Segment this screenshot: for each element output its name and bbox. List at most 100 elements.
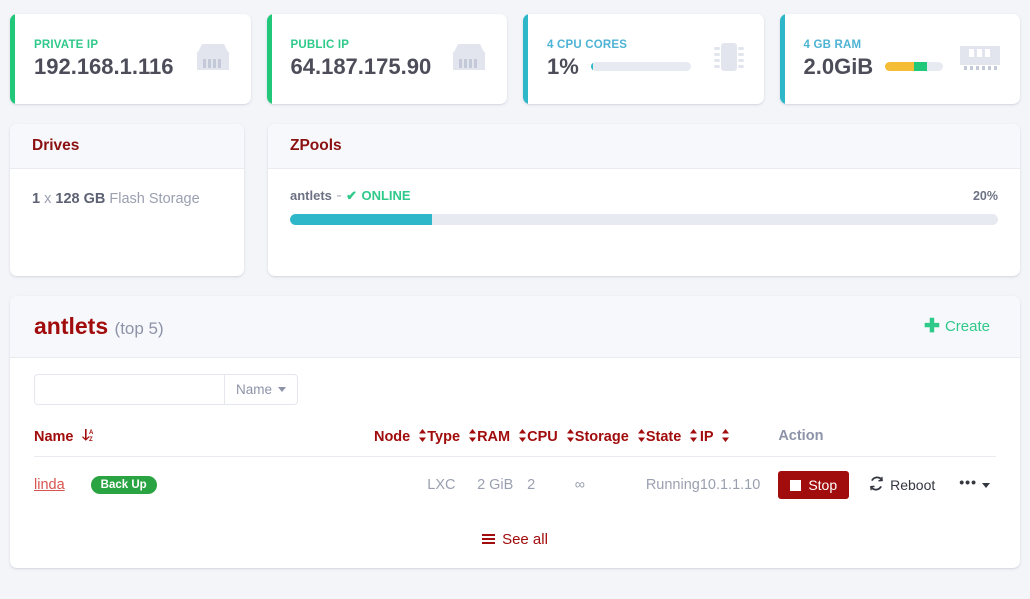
ram-usage-fill-used [885,62,915,71]
check-icon: ✔ [346,188,358,203]
antlets-table: Name A Z Node Type RAM CPU Storage State… [34,427,996,513]
table-head: Name A Z Node Type RAM CPU Storage State… [34,427,996,457]
cell-storage: ∞ [574,477,586,493]
table-header-row: Name A Z Node Type RAM CPU Storage State… [34,427,996,457]
stat-card-public-ip: PUBLIC IP 64.187.175.90 [266,14,507,104]
dashboard-page: PRIVATE IP 192.168.1.116 PUBLIC IP 64.18… [0,0,1030,599]
more-actions-button[interactable]: ••• [953,471,996,499]
reboot-button-label: Reboot [890,477,936,493]
cell-cpu: 2 [527,477,536,493]
list-icon [482,534,496,544]
zpool-identity: antlets - ✔ ONLINE [290,187,411,205]
filter-field-label: Name [236,382,273,397]
antlets-panel: antlets (top 5) ✚ Create Name Name A Z N… [10,296,1020,568]
sort-icon [721,428,730,446]
sort-icon [468,428,477,446]
cell-ip: 10.1.1.10 [699,477,761,493]
column-label: Action [778,428,824,444]
drives-panel-title: Drives [10,124,244,169]
antlets-panel-header: antlets (top 5) ✚ Create [10,296,1020,358]
sort-icon [418,428,427,446]
antlet-name-link[interactable]: linda [34,477,65,493]
column-label: Storage [574,428,629,445]
column-header-cpu[interactable]: CPU [527,427,575,457]
stat-label: 4 CPU CORES [547,38,628,51]
sort-icon [566,428,575,446]
cell-actions: Stop Reboot ••• [760,457,996,514]
stats-row: PRIVATE IP 192.168.1.116 PUBLIC IP 64.18… [0,0,1030,104]
column-header-type[interactable]: Type [427,427,478,457]
stat-value: 2.0GiB [803,53,874,79]
table-body: linda Back Up LXC 2 GiB 2 ∞ Running 10.1… [34,457,996,514]
stop-square-icon [790,479,802,491]
column-header-name[interactable]: Name A Z [34,427,374,457]
zpool-usage-fill [290,214,432,225]
stop-button[interactable]: Stop [778,471,850,499]
sort-alpha-down-icon: A Z [81,428,95,446]
column-label: IP [699,428,714,445]
zpool-name: antlets [290,188,332,203]
stat-label: PUBLIC IP [290,38,350,51]
svg-text:A: A [89,430,94,436]
card-accent-bar [779,14,785,104]
stop-button-label: Stop [808,477,838,493]
column-header-ip[interactable]: IP [699,427,761,457]
see-all-row: See all [34,513,996,554]
column-header-ram[interactable]: RAM [477,427,528,457]
table-row: linda Back Up LXC 2 GiB 2 ∞ Running 10.1… [34,457,996,514]
drive-list-item: 1 x 128 GB Flash Storage [32,191,222,207]
antlets-panel-body: Name Name A Z Node Type RAM CPU Storage … [10,358,1020,568]
cell-node [374,457,427,514]
antlets-title-text: antlets [34,313,109,339]
page-title: antlets (top 5) [34,313,164,340]
drive-size: 128 GB [55,191,106,207]
stat-card-cpu: 4 CPU CORES 1% [523,14,764,104]
refresh-icon [869,476,884,494]
stat-value: 192.168.1.116 [34,53,174,79]
column-label: State [645,428,682,445]
column-header-storage[interactable]: Storage [574,427,646,457]
filter-field-select[interactable]: Name [224,374,299,405]
zpools-panel: ZPools antlets - ✔ ONLINE 20% [268,124,1020,276]
stat-label: PRIVATE IP [34,38,99,51]
cell-name: linda Back Up [34,457,374,514]
plus-icon: ✚ [924,316,940,337]
reboot-button[interactable]: Reboot [859,471,946,499]
svg-text:Z: Z [89,437,93,442]
chevron-down-icon [278,387,287,392]
column-label: Name [34,429,74,445]
cell-state: Running [645,477,700,493]
drives-panel-body: 1 x 128 GB Flash Storage [10,169,244,225]
search-input[interactable] [34,374,224,405]
memory-stick-icon [958,42,1002,77]
ram-usage-fill-cache [914,62,927,71]
cell-type: LXC [427,477,456,493]
column-header-state[interactable]: State [645,427,700,457]
see-all-label: See all [502,530,548,548]
see-all-link[interactable]: See all [482,531,548,548]
create-button-label: Create [944,318,990,335]
chevron-down-icon [982,482,990,488]
drive-count: 1 [32,191,41,207]
column-header-node[interactable]: Node [373,427,428,457]
cpu-usage-bar [590,62,691,71]
zpool-dash: - [331,187,347,204]
zpool-usage-bar [290,214,998,225]
cell-ram: 2 GiB [477,477,514,493]
status-badge: Back Up [90,476,157,494]
stat-value: 64.187.175.90 [290,53,432,79]
stat-label: 4 GB RAM [803,38,862,51]
sort-icon [637,428,646,446]
drive-type: Flash Storage [105,191,200,207]
column-label: Node [373,428,411,445]
stat-value: 1% [547,53,579,79]
drives-panel: Drives 1 x 128 GB Flash Storage [10,124,244,276]
card-accent-bar [523,14,528,104]
antlets-section: antlets (top 5) ✚ Create Name Name A Z N… [0,276,1030,568]
create-button[interactable]: ✚ Create [918,316,996,337]
column-header-action: Action [760,427,996,457]
stat-card-private-ip: PRIVATE IP 192.168.1.116 [10,14,251,104]
zpools-panel-title: ZPools [268,124,1020,169]
zpool-percent-label: 20% [972,189,998,203]
ethernet-port-icon [193,40,233,79]
